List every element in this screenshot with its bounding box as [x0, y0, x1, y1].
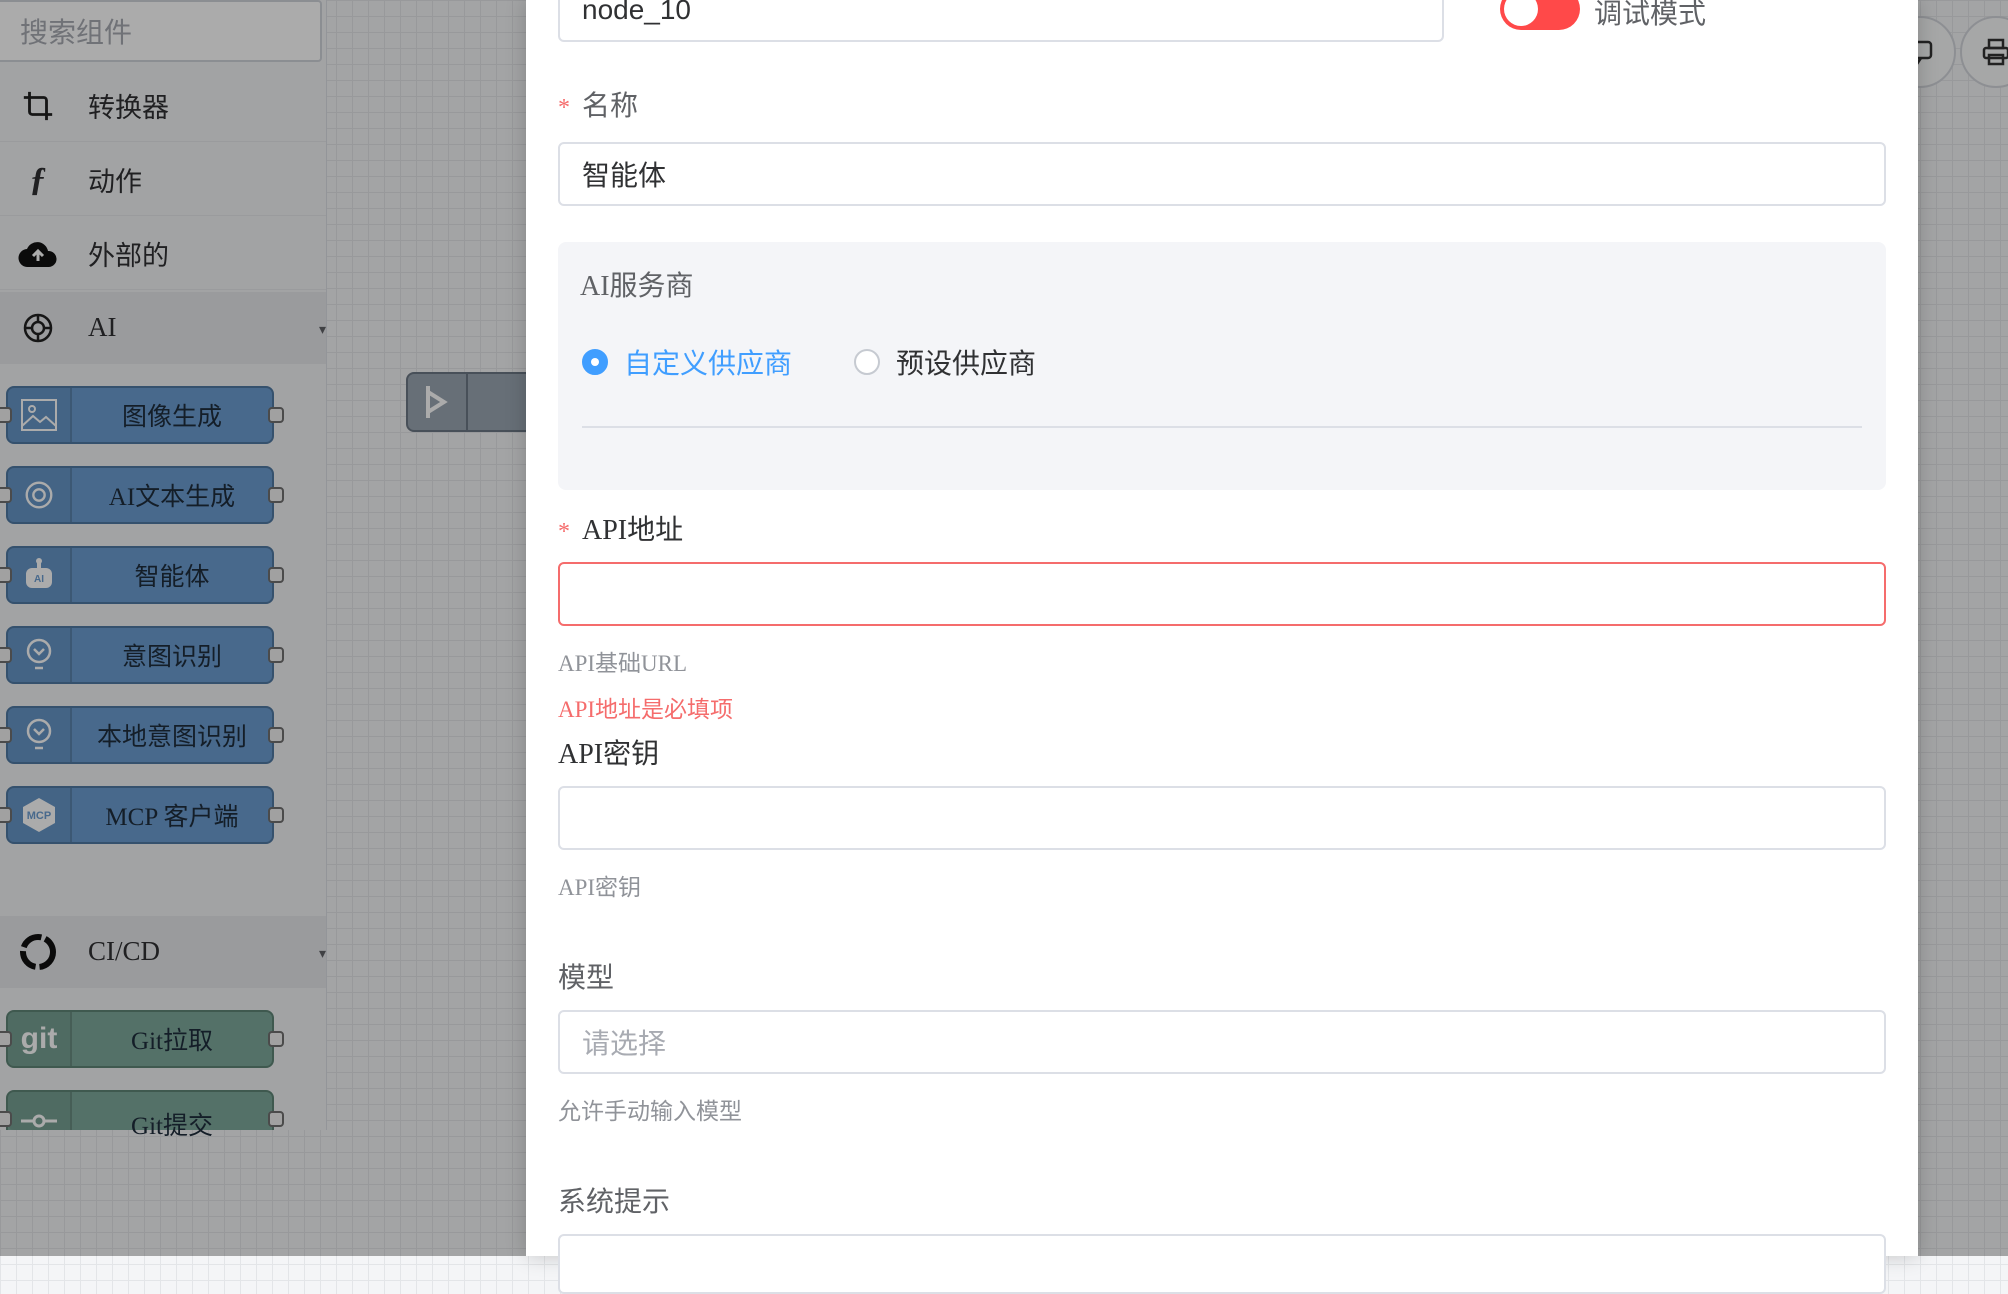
- radio-label: 预设供应商: [896, 349, 1037, 380]
- debug-mode-label: 调试模式: [1594, 0, 1707, 30]
- model-select[interactable]: 请选择: [558, 1010, 1886, 1074]
- name-input[interactable]: 智能体: [558, 142, 1886, 206]
- api-key-label: API密钥: [558, 739, 660, 770]
- api-url-hint: API基础URL: [558, 651, 688, 676]
- divider: [582, 426, 1862, 428]
- radio-unchecked-icon: [854, 349, 880, 375]
- api-url-input[interactable]: [558, 562, 1886, 626]
- api-key-input[interactable]: [558, 786, 1886, 850]
- provider-section: AI服务商 自定义供应商 预设供应商: [558, 242, 1886, 490]
- model-hint: 允许手动输入模型: [558, 1099, 742, 1124]
- node-config-drawer: node_10 调试模式 * 名称 智能体 AI服务商 自定义供应商 预设供应商 …: [526, 0, 1918, 1294]
- system-prompt-label: 系统提示: [558, 1187, 671, 1218]
- provider-label: AI服务商: [580, 271, 694, 302]
- api-url-label: * API地址: [558, 508, 683, 548]
- radio-custom-provider[interactable]: 自定义供应商: [582, 342, 792, 382]
- api-url-label-text: API地址: [582, 515, 684, 546]
- radio-checked-icon: [582, 349, 608, 375]
- debug-mode-switch[interactable]: [1500, 0, 1580, 30]
- name-label-text: 名称: [582, 91, 639, 122]
- required-asterisk: *: [558, 95, 570, 121]
- api-key-hint: API密钥: [558, 875, 642, 900]
- radio-preset-provider[interactable]: 预设供应商: [854, 342, 1036, 382]
- model-label: 模型: [558, 963, 615, 994]
- required-asterisk: *: [558, 519, 570, 545]
- name-label: * 名称: [558, 84, 638, 124]
- radio-label: 自定义供应商: [624, 349, 793, 380]
- system-prompt-textarea[interactable]: [558, 1234, 1886, 1294]
- api-url-error: API地址是必填项: [558, 697, 734, 722]
- node-id-input[interactable]: node_10: [558, 0, 1444, 42]
